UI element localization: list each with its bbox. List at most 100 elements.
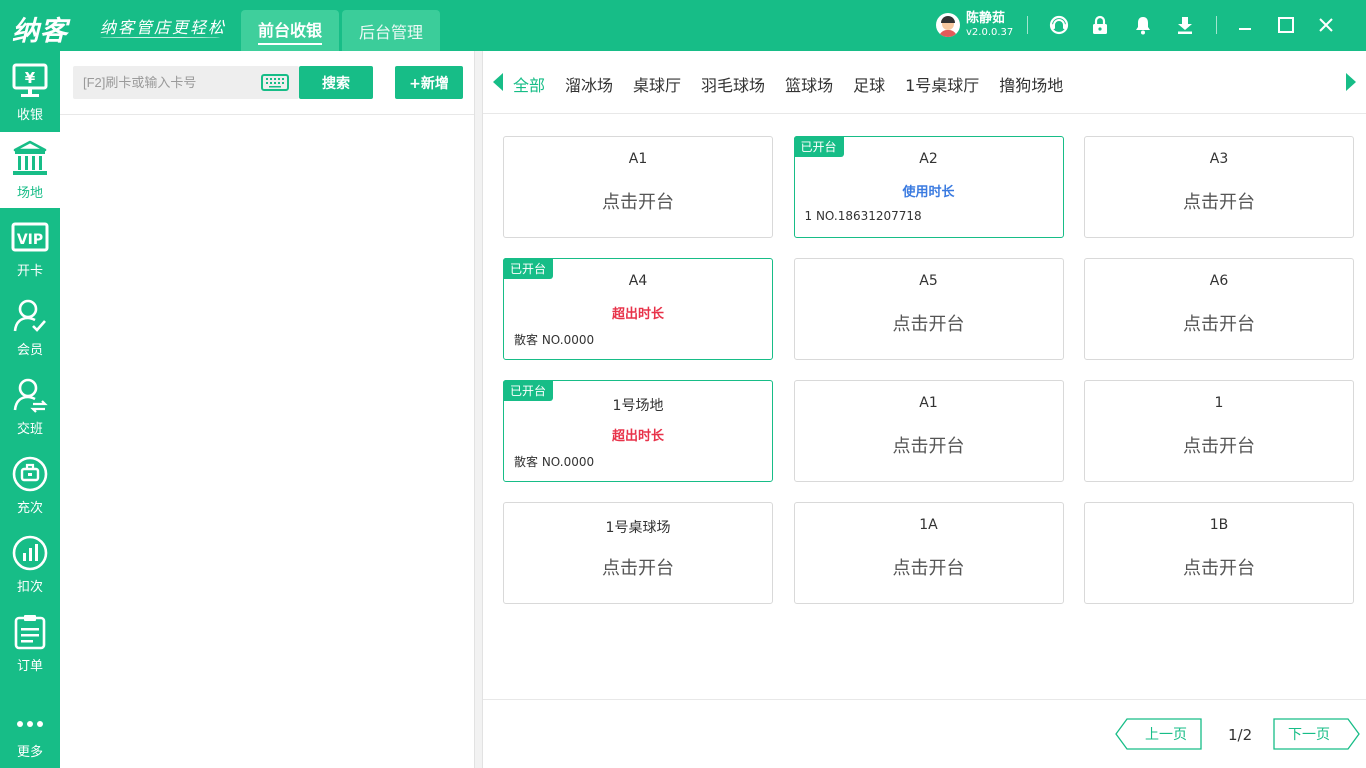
usage-status: 超出时长 [611, 429, 664, 444]
member-search-panel: 搜索 +新增 [60, 51, 474, 768]
venue-card[interactable]: A3 点击开台 [1084, 136, 1354, 238]
venue-card[interactable]: A6 点击开台 [1084, 258, 1354, 360]
download-icon[interactable] [1174, 14, 1196, 36]
panel-splitter[interactable] [474, 51, 483, 768]
sidebar-item-venue[interactable]: 场地 [0, 132, 60, 208]
next-page-label: 下一页 [1288, 727, 1330, 743]
sidebar-item-order[interactable]: 订单 [0, 605, 60, 681]
venue-name: A1 [919, 395, 938, 411]
status-badge: 已开台 [503, 380, 554, 401]
sidebar-item-open-card[interactable]: VIP 开卡 [0, 210, 60, 286]
divider [60, 114, 474, 115]
venue-card[interactable]: 1 点击开台 [1084, 380, 1354, 482]
scroll-left-icon[interactable] [493, 73, 503, 91]
sidebar-item-shift[interactable]: 交班 [0, 368, 60, 444]
divider [1216, 16, 1217, 34]
venue-name: A5 [919, 273, 938, 289]
recharge-icon [12, 456, 48, 492]
venue-card[interactable]: 1B 点击开台 [1084, 502, 1354, 604]
bell-icon[interactable] [1132, 14, 1154, 36]
sidebar-item-label: 开卡 [16, 264, 43, 279]
category-tab[interactable]: 羽毛球场 [701, 72, 765, 96]
open-table-label: 点击开台 [602, 192, 674, 213]
tab-back-office[interactable]: 后台管理 [342, 10, 440, 51]
lock-icon[interactable] [1089, 14, 1111, 36]
add-member-button[interactable]: +新增 [395, 66, 463, 99]
venue-card[interactable]: 1A 点击开台 [793, 502, 1064, 604]
venue-card[interactable]: A4 已开台 超出时长 散客 NO.0000 [503, 258, 773, 360]
sidebar-item-label: 充次 [16, 501, 43, 516]
venue-name: A1 [628, 151, 648, 167]
scroll-right-icon[interactable] [1346, 73, 1356, 91]
more-dots-icon [17, 721, 43, 727]
order-list-icon [14, 615, 46, 650]
venue-name: 1A [919, 517, 938, 533]
avatar [936, 13, 960, 37]
sidebar-item-label: 场地 [16, 186, 43, 201]
member-icon [13, 299, 46, 332]
category-tab[interactable]: 溜冰场 [565, 72, 613, 96]
sidebar-item-deduct[interactable]: 扣次 [0, 526, 60, 602]
venue-card[interactable]: A1 点击开台 [793, 380, 1064, 482]
status-badge: 已开台 [503, 258, 554, 279]
open-table-label: 点击开台 [1183, 314, 1255, 335]
venue-name: A6 [1209, 273, 1229, 289]
support-icon[interactable] [1048, 14, 1070, 36]
prev-page-button[interactable]: 上一页 [1115, 718, 1202, 750]
search-box [73, 66, 299, 99]
sidebar-item-cashier[interactable]: ¥ 收银 [0, 54, 60, 130]
next-page-button[interactable]: 下一页 [1273, 718, 1360, 750]
app-version: v2.0.0.37 [966, 27, 1014, 38]
open-table-label: 点击开台 [1183, 558, 1255, 579]
open-table-label: 点击开台 [1183, 436, 1255, 457]
card-number-input[interactable] [73, 66, 259, 99]
venue-card[interactable]: A2 已开台 使用时长 1 NO.18631207718 [793, 136, 1064, 238]
venue-name: A3 [1209, 151, 1229, 167]
category-tab[interactable]: 足球 [853, 72, 885, 96]
svg-text:¥: ¥ [25, 69, 36, 87]
open-table-label: 点击开台 [892, 436, 965, 457]
venue-card[interactable]: A1 点击开台 [503, 136, 773, 238]
venue-card[interactable]: 1号场地 已开台 超出时长 散客 NO.0000 [503, 380, 773, 482]
minimize-icon[interactable] [1234, 14, 1256, 36]
venue-area: 全部 溜冰场 桌球厅 羽毛球场 篮球场 足球 1号桌球厅 撸狗场地 A1 点击开台 A2 已开台 使用… [483, 51, 1366, 768]
app-logo: 纳客 [12, 16, 68, 47]
venue-name: 1 [1214, 395, 1224, 411]
page-indicator: 1/2 [1228, 726, 1253, 744]
usage-status: 超出时长 [611, 307, 664, 322]
deduct-chart-icon [12, 535, 48, 571]
category-tabs: 全部 溜冰场 桌球厅 羽毛球场 篮球场 足球 1号桌球厅 撸狗场地 [483, 51, 1366, 114]
sidebar-item-label: 收银 [16, 108, 43, 123]
sidebar-item-more[interactable]: 更多 [0, 691, 60, 767]
search-button[interactable]: 搜索 [299, 66, 373, 99]
maximize-icon[interactable] [1275, 14, 1297, 36]
venue-name: 1号桌球场 [605, 520, 671, 536]
member-info: 散客 NO.0000 [514, 455, 595, 469]
sidebar-item-recharge[interactable]: 充次 [0, 447, 60, 523]
sidebar-item-label: 交班 [16, 422, 43, 437]
shift-handover-icon [13, 378, 48, 413]
slogan-underline [100, 37, 220, 38]
tab-front-cashier-label: 前台收银 [257, 17, 322, 45]
category-tab[interactable]: 撸狗场地 [999, 72, 1063, 96]
cashier-monitor-icon: ¥ [12, 63, 48, 97]
category-tab[interactable]: 1号桌球厅 [905, 72, 979, 96]
open-table-label: 点击开台 [892, 558, 965, 579]
venue-card[interactable]: 1号桌球场点击开台 [503, 502, 773, 604]
close-icon[interactable] [1315, 14, 1337, 36]
venue-name: 1B [1209, 517, 1229, 533]
category-tab[interactable]: 全部 [513, 72, 545, 96]
keyboard-icon[interactable] [261, 74, 289, 91]
member-info: 1 NO.18631207718 [804, 209, 922, 223]
category-tab[interactable]: 篮球场 [785, 72, 833, 96]
sidebar: ¥ 收银 场地 VIP 开卡 会员 交班 充次 扣次 订单 更多 [0, 51, 60, 768]
category-tab[interactable]: 桌球厅 [633, 72, 681, 96]
open-table-label: 点击开台 [602, 558, 674, 579]
user-profile[interactable]: 陈静茹 v2.0.0.37 [936, 12, 1013, 38]
svg-text:VIP: VIP [17, 232, 43, 248]
sidebar-item-member[interactable]: 会员 [0, 289, 60, 365]
venue-card[interactable]: A5 点击开台 [793, 258, 1064, 360]
divider [483, 699, 1366, 700]
tab-front-cashier[interactable]: 前台收银 [241, 10, 339, 51]
usage-status: 使用时长 [902, 185, 955, 200]
